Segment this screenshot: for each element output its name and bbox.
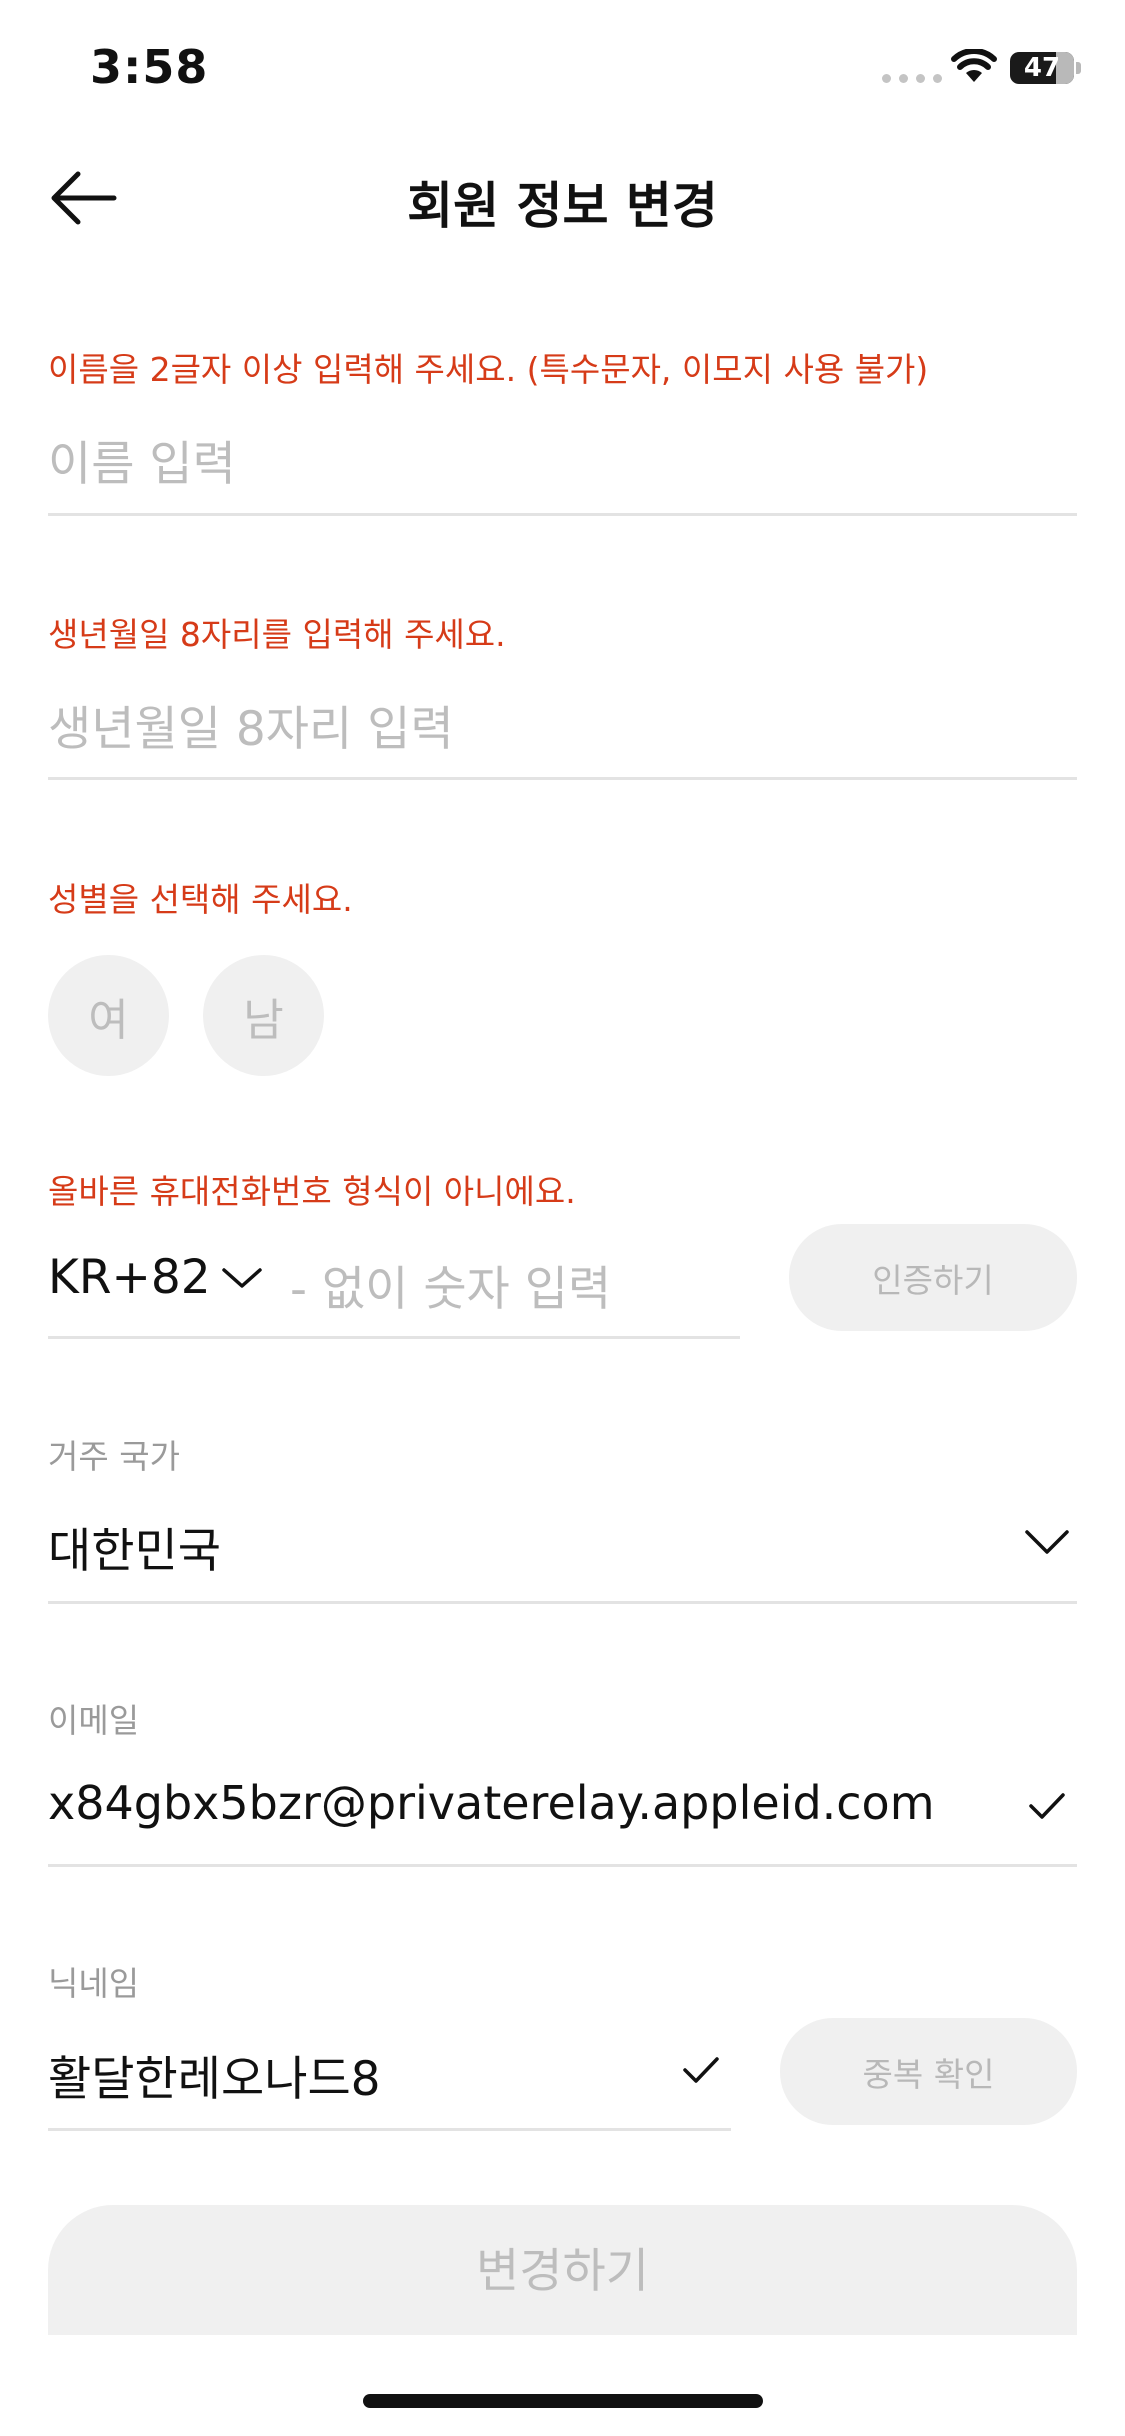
page-title: 회원 정보 변경 <box>407 177 718 235</box>
nickname-input[interactable]: 활달한레오나드8 <box>48 2040 381 2109</box>
chevron-down-icon[interactable] <box>1024 1528 1070 1556</box>
country-select[interactable]: 대한민국 <box>48 1512 221 1581</box>
chevron-down-icon[interactable] <box>220 1266 264 1290</box>
country-code-select[interactable]: KR+82 <box>48 1250 211 1305</box>
battery-level: 47 <box>1023 53 1061 83</box>
name-input[interactable]: 이름 입력 <box>48 425 236 494</box>
name-underline <box>48 513 1077 516</box>
check-icon <box>683 2057 719 2083</box>
country-underline <box>48 1601 1077 1604</box>
verify-button[interactable]: 인증하기 <box>789 1224 1077 1331</box>
phone-error-text: 올바른 휴대전화번호 형식이 아니에요. <box>48 1172 576 1211</box>
phone-underline <box>48 1336 740 1339</box>
home-indicator <box>363 2394 763 2408</box>
name-error-text: 이름을 2글자 이상 입력해 주세요. (특수문자, 이모지 사용 불가) <box>48 350 929 389</box>
nickname-label: 닉네임 <box>48 1964 140 2003</box>
battery-cap <box>1076 62 1081 74</box>
phone-input[interactable]: - 없이 숫자 입력 <box>290 1250 611 1319</box>
email-label: 이메일 <box>48 1701 140 1740</box>
submit-button[interactable]: 변경하기 <box>48 2205 1077 2335</box>
wifi-icon <box>951 49 997 82</box>
birth-underline <box>48 777 1077 780</box>
gender-error-text: 성별을 선택해 주세요. <box>48 880 353 919</box>
email-underline <box>48 1864 1077 1867</box>
nickname-underline <box>48 2128 731 2131</box>
check-icon <box>1029 1793 1065 1819</box>
duplicate-check-button[interactable]: 중복 확인 <box>780 2018 1077 2125</box>
gender-female-button[interactable]: 여 <box>48 955 169 1076</box>
gender-male-button[interactable]: 남 <box>203 955 324 1076</box>
status-time: 3:58 <box>90 40 209 94</box>
cellular-signal-icon <box>882 74 942 83</box>
country-label: 거주 국가 <box>48 1437 180 1476</box>
email-field[interactable]: x84gbx5bzr@privaterelay.appleid.com <box>48 1776 935 1830</box>
battery-icon: 47 <box>1010 52 1074 84</box>
birth-input[interactable]: 생년월일 8자리 입력 <box>48 690 454 759</box>
birth-error-text: 생년월일 8자리를 입력해 주세요. <box>48 615 506 654</box>
